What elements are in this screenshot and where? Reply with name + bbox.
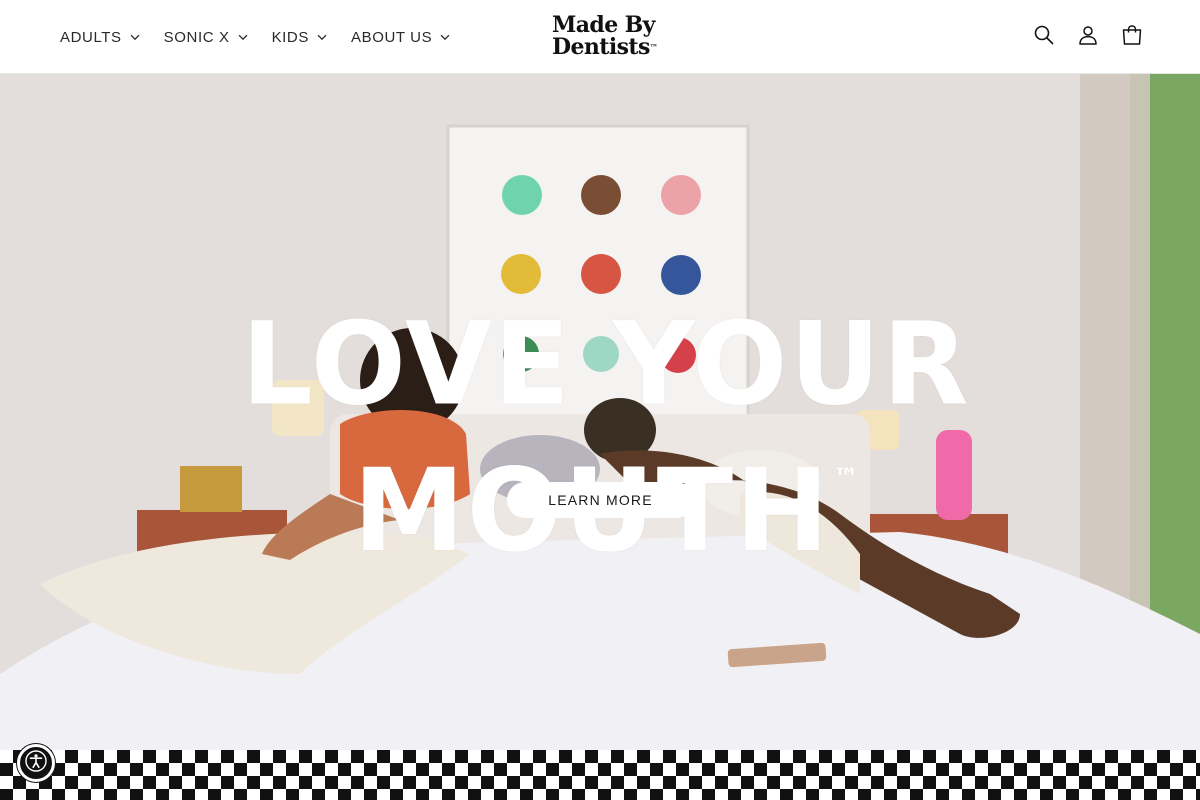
chevron-down-icon xyxy=(440,32,450,42)
hero-banner: LOVE YOUR MOUTH™ LEARN MORE xyxy=(0,74,1200,750)
account-button[interactable] xyxy=(1066,15,1110,59)
learn-more-button[interactable]: LEARN MORE xyxy=(507,482,694,518)
nav-item-sonic-x[interactable]: SONIC X xyxy=(152,17,260,57)
nav-item-about-us[interactable]: ABOUT US xyxy=(339,17,462,57)
hero-headline: LOVE YOUR MOUTH™ xyxy=(0,307,1200,568)
chevron-down-icon xyxy=(238,32,248,42)
nav-item-label: SONIC X xyxy=(163,28,230,46)
cart-icon xyxy=(1120,23,1144,52)
header-icons xyxy=(1022,15,1154,59)
cart-button[interactable] xyxy=(1110,15,1154,59)
site-header: ADULTS SONIC X KIDS ABOUT US Made By Den xyxy=(0,0,1200,74)
accessibility-icon xyxy=(24,749,48,778)
brand-logo[interactable]: Made By Dentists™ xyxy=(552,14,662,60)
accessibility-button[interactable] xyxy=(17,744,55,782)
nav-item-kids[interactable]: KIDS xyxy=(260,17,339,57)
logo-line-2: Dentists™ xyxy=(552,36,662,58)
nav-item-label: ABOUT US xyxy=(350,28,433,46)
search-icon xyxy=(1032,23,1056,52)
hero-headline-text: LOVE YOUR MOUTH xyxy=(241,298,971,568)
chevron-down-icon xyxy=(130,32,140,42)
nav-item-label: KIDS xyxy=(271,28,309,46)
logo-line-2-text: Dentists xyxy=(552,34,650,60)
account-icon xyxy=(1076,23,1100,52)
logo-trademark: ™ xyxy=(649,42,658,52)
nav-item-label: ADULTS xyxy=(60,28,122,46)
nav-item-adults[interactable]: ADULTS xyxy=(48,17,152,57)
logo-line-1: Made By xyxy=(552,12,655,38)
main-nav: ADULTS SONIC X KIDS ABOUT US xyxy=(48,0,462,74)
search-button[interactable] xyxy=(1022,15,1066,59)
checkered-divider xyxy=(0,750,1200,800)
chevron-down-icon xyxy=(317,32,327,42)
hero-trademark: ™ xyxy=(832,463,859,495)
